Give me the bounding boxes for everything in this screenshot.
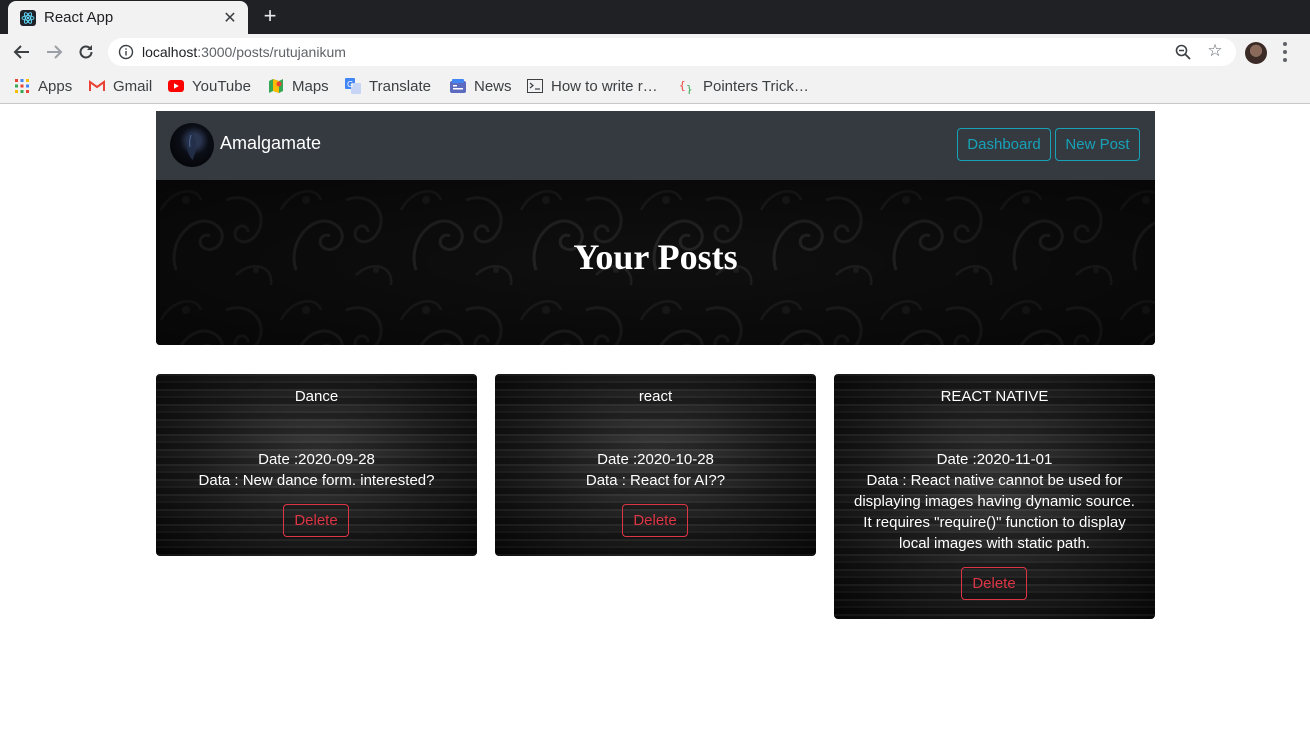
back-arrow-icon[interactable] (10, 40, 34, 64)
bookmark-apps[interactable]: Apps (14, 76, 72, 96)
bookmark-star-icon[interactable]: ☆ (1206, 42, 1224, 60)
url-host: localhost (142, 44, 198, 60)
bookmarks-bar: Apps Gmail YouTube Maps G Translate News (0, 70, 1310, 104)
page-title: Your Posts (573, 237, 738, 277)
brand-name[interactable]: Amalgamate (220, 133, 321, 154)
bookmark-pointers-trick[interactable]: {} Pointers Trick… (679, 76, 809, 96)
post-body: Date :2020-09-28 Data : New dance form. … (172, 449, 461, 491)
close-icon[interactable]: ✕ (220, 8, 240, 28)
bookmark-how-to-write[interactable]: How to write r… (527, 76, 658, 96)
bookmark-label: Gmail (113, 77, 153, 95)
bookmark-translate[interactable]: G Translate (345, 76, 431, 96)
new-tab-plus-icon[interactable]: + (258, 3, 282, 28)
maps-icon (268, 78, 284, 94)
bookmark-maps[interactable]: Maps (268, 76, 329, 96)
bookmark-label: Pointers Trick… (703, 77, 809, 95)
youtube-icon (168, 78, 184, 94)
bookmark-youtube[interactable]: YouTube (168, 76, 251, 96)
bookmark-label: How to write r… (551, 77, 658, 95)
url-text: localhost:3000/posts/rutujanikum (142, 44, 346, 60)
post-body: Date :2020-11-01 Data : React native can… (850, 449, 1139, 554)
braces-icon: {} (679, 78, 695, 94)
post-card: Dance Date :2020-09-28 Data : New dance … (156, 374, 477, 556)
browser-tab-bar: React App ✕ + (0, 0, 1310, 34)
post-title: Dance (294, 388, 339, 405)
terminal-icon (527, 78, 543, 94)
post-data: Data : React for AI?? (585, 472, 726, 489)
delete-button[interactable]: Delete (622, 504, 688, 537)
bookmark-label: YouTube (192, 77, 251, 95)
bookmark-label: Maps (292, 77, 329, 95)
post-title: REACT NATIVE (940, 388, 1049, 405)
post-card: react Date :2020-10-28 Data : React for … (495, 374, 816, 556)
browser-menu-icon[interactable] (1282, 42, 1288, 62)
brand-logo[interactable] (170, 123, 214, 167)
translate-icon: G (345, 78, 361, 94)
post-date: Date :2020-10-28 (597, 451, 714, 468)
delete-button[interactable]: Delete (283, 504, 349, 537)
delete-button[interactable]: Delete (961, 567, 1027, 600)
reload-icon[interactable] (74, 40, 98, 64)
post-data: Data : New dance form. interested? (198, 472, 435, 489)
bookmark-news[interactable]: News (450, 76, 512, 96)
forward-arrow-icon[interactable] (42, 40, 66, 64)
post-card: REACT NATIVE Date :2020-11-01 Data : Rea… (834, 374, 1155, 619)
news-icon (450, 78, 466, 94)
new-post-button[interactable]: New Post (1055, 128, 1140, 161)
browser-toolbar: localhost:3000/posts/rutujanikum ☆ (0, 34, 1310, 70)
bookmark-label: Translate (369, 77, 431, 95)
profile-avatar[interactable] (1245, 42, 1267, 64)
svg-text:G: G (347, 80, 353, 89)
svg-text:{: { (679, 79, 686, 92)
bookmark-label: News (474, 77, 512, 95)
tab-title: React App (44, 9, 114, 26)
react-icon (20, 9, 36, 26)
post-data: Data : React native cannot be used for d… (854, 472, 1135, 552)
apps-grid-icon (14, 78, 30, 94)
post-date: Date :2020-11-01 (936, 451, 1053, 468)
app-navbar: Amalgamate Dashboard New Post (156, 111, 1155, 180)
post-title: react (638, 388, 673, 405)
gmail-icon (89, 78, 105, 94)
browser-tab[interactable]: React App ✕ (8, 1, 248, 34)
hero-banner: Your Posts (156, 180, 1155, 345)
url-path: :3000/posts/rutujanikum (197, 44, 346, 60)
info-icon[interactable] (118, 44, 134, 60)
svg-text:}: } (686, 83, 693, 94)
zoom-icon[interactable] (1174, 43, 1192, 61)
bookmark-label: Apps (38, 77, 73, 95)
bookmark-gmail[interactable]: Gmail (89, 76, 152, 96)
post-body: Date :2020-10-28 Data : React for AI?? (511, 449, 800, 491)
address-bar[interactable]: localhost:3000/posts/rutujanikum ☆ (108, 38, 1236, 66)
dashboard-button[interactable]: Dashboard (957, 128, 1051, 161)
post-date: Date :2020-09-28 (258, 451, 375, 468)
